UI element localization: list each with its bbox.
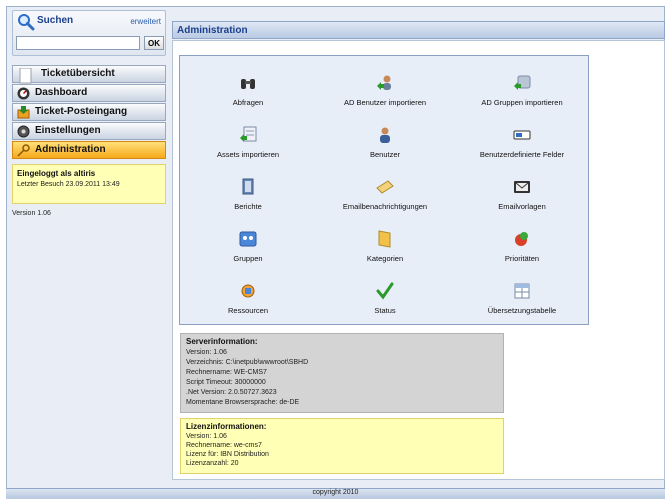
nav-label: Ticketübersicht (41, 68, 115, 79)
inbox-icon (17, 106, 30, 119)
admin-item-label: Kategorien (366, 254, 404, 263)
nav-item-ticketuebersicht[interactable]: Ticketübersicht (12, 65, 166, 84)
license-info-box: Lizenzinformationen: Version: 1.06 Rechn… (180, 418, 504, 474)
admin-item-prioritaeten[interactable]: Prioritäten (454, 230, 590, 282)
admin-item-label: Abfragen (232, 98, 264, 107)
nav-item-ticket-posteingang[interactable]: Ticket-Posteingang (12, 103, 166, 121)
server-info-line: Version: 1.06 (186, 349, 227, 356)
admin-item-label: Emailvorlagen (498, 202, 546, 211)
admin-item-emailbenachrichtigungen[interactable]: Emailbenachrichtigungen (317, 178, 453, 230)
admin-item-uebersetzungstabelle[interactable]: Übersetzungstabelle (454, 282, 590, 334)
search-icon[interactable] (17, 13, 35, 33)
search-panel: Suchen erweitert OK (12, 10, 166, 56)
license-info-title: Lizenzinformationen: (186, 422, 267, 431)
page-title: Administration (177, 25, 248, 36)
key-icon (17, 144, 30, 157)
group-icon (239, 230, 257, 248)
nav-item-administration[interactable]: Administration (12, 141, 166, 159)
admin-item-status[interactable]: Status (317, 282, 453, 334)
admin-item-label: Berichte (234, 202, 262, 211)
admin-item-label: Prioritäten (504, 254, 540, 263)
nav-item-einstellungen[interactable]: Einstellungen (12, 122, 166, 140)
user-icon (376, 126, 394, 144)
admin-item-ressourcen[interactable]: Ressourcen (180, 282, 316, 334)
table-icon (513, 282, 531, 300)
nav-label: Ticket-Posteingang (35, 106, 128, 117)
admin-item-benutzer[interactable]: Benutzer (317, 126, 453, 178)
admin-item-label: Benutzerdefinierte Felder (479, 150, 565, 159)
asset-import-icon (239, 126, 257, 144)
version-label: Version 1.06 (12, 210, 51, 217)
copyright-text: copyright 2010 (312, 489, 359, 496)
admin-item-label: Gruppen (233, 254, 263, 263)
license-info-line: Lizenz für: IBN Distribution (186, 451, 269, 458)
main-header: Administration (172, 21, 665, 39)
search-input[interactable] (16, 36, 140, 50)
advanced-search-link[interactable]: erweitert (130, 17, 161, 26)
dashboard-icon (17, 87, 30, 100)
group-import-icon (513, 74, 531, 92)
search-title: Suchen (37, 15, 74, 26)
server-info-line: Verzeichnis: C:\inetpub\wwwroot\SBHD (186, 359, 309, 366)
nav-label: Administration (35, 144, 106, 155)
admin-item-label: AD Gruppen importieren (481, 98, 563, 107)
admin-item-ad-benutzer-importieren[interactable]: AD Benutzer importieren (317, 74, 453, 126)
admin-item-abfragen[interactable]: Abfragen (180, 74, 316, 126)
folder-icon (376, 230, 394, 248)
nav-item-dashboard[interactable]: Dashboard (12, 84, 166, 102)
license-info-line: Lizenzanzahl: 20 (186, 460, 239, 467)
last-visit: Letzter Besuch 23.09.2011 13:49 (17, 181, 120, 188)
priority-icon (513, 230, 531, 248)
admin-item-label: Status (374, 306, 396, 315)
admin-item-assets-importieren[interactable]: Assets importieren (180, 126, 316, 178)
footer: copyright 2010 (6, 488, 665, 499)
server-info-title: Serverinformation: (186, 337, 258, 346)
email-template-icon (513, 178, 531, 196)
login-info-box: Eingeloggt als altiris Letzter Besuch 23… (12, 164, 166, 204)
server-info-line: Rechnername: WE-CMS7 (186, 369, 267, 376)
server-info-line: .Net Version: 2.0.50727.3623 (186, 389, 277, 396)
login-user: Eingeloggt als altiris (17, 169, 96, 178)
admin-item-label: AD Benutzer importieren (343, 98, 427, 107)
report-icon (239, 178, 257, 196)
admin-item-label: Benutzer (369, 150, 401, 159)
admin-item-emailvorlagen[interactable]: Emailvorlagen (454, 178, 590, 230)
resources-icon (239, 282, 257, 300)
admin-item-gruppen[interactable]: Gruppen (180, 230, 316, 282)
admin-item-benutzerdefinierte-felder[interactable]: Benutzerdefinierte Felder (454, 126, 590, 178)
gear-icon (17, 125, 30, 138)
server-info-box: Serverinformation: Version: 1.06 Verzeic… (180, 333, 504, 413)
admin-item-label: Assets importieren (216, 150, 280, 159)
nav-label: Dashboard (35, 87, 88, 98)
user-import-icon (376, 74, 394, 92)
nav-label: Einstellungen (35, 125, 101, 136)
admin-item-ad-gruppen-importieren[interactable]: AD Gruppen importieren (454, 74, 590, 126)
search-ok-button[interactable]: OK (144, 36, 164, 50)
document-icon (17, 67, 32, 84)
license-info-line: Rechnername: we-cms7 (186, 442, 262, 449)
server-info-line: Script Timeout: 30000000 (186, 379, 266, 386)
admin-item-label: Ressourcen (227, 306, 269, 315)
checkmark-icon (376, 282, 394, 300)
admin-item-label: Übersetzungstabelle (487, 306, 557, 315)
binoculars-icon (239, 74, 257, 92)
email-notify-icon (376, 178, 394, 196)
admin-item-berichte[interactable]: Berichte (180, 178, 316, 230)
license-info-line: Version: 1.06 (186, 433, 227, 440)
admin-grid: Abfragen AD Benutzer importieren AD Grup… (179, 55, 589, 325)
admin-item-kategorien[interactable]: Kategorien (317, 230, 453, 282)
server-info-line: Momentane Browsersprache: de-DE (186, 399, 300, 406)
field-icon (513, 126, 531, 144)
admin-item-label: Emailbenachrichtigungen (342, 202, 428, 211)
